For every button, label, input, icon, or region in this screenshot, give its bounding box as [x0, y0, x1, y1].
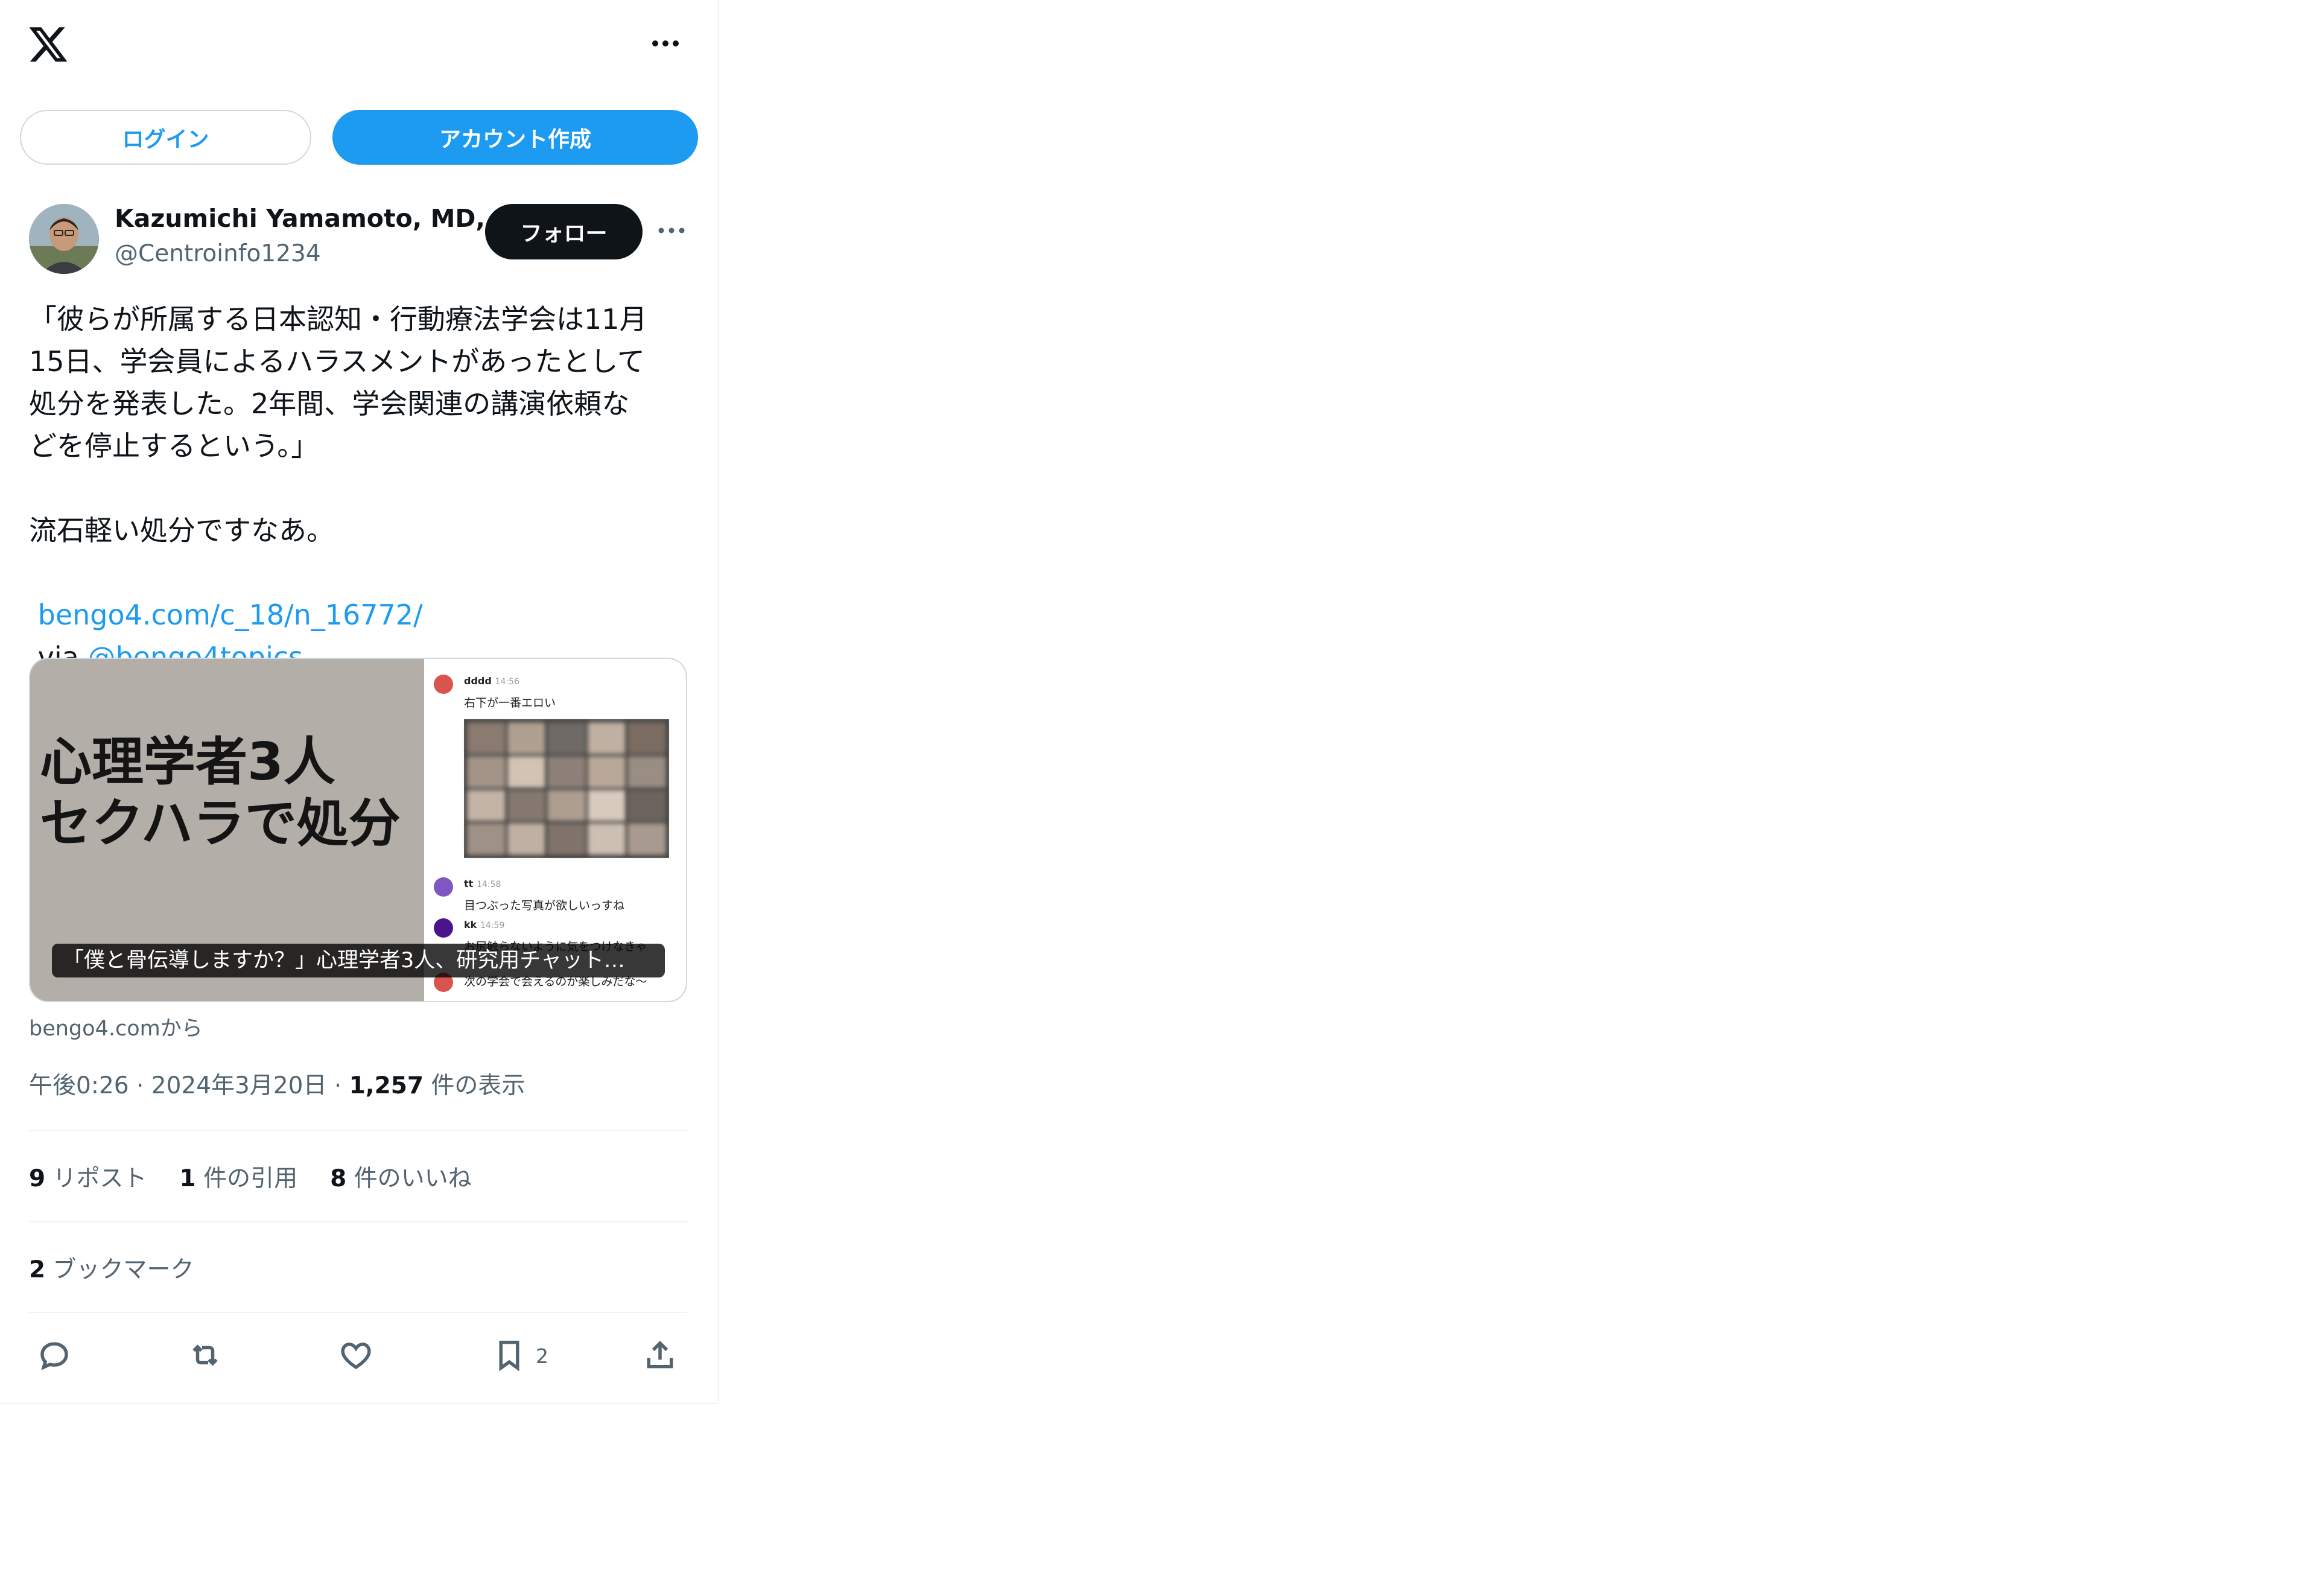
avatar[interactable]	[29, 204, 99, 274]
views-count: 1,257	[349, 1072, 424, 1099]
follow-button[interactable]: フォロー	[485, 204, 643, 259]
quotes-stat[interactable]: 1 件の引用	[180, 1165, 298, 1192]
divider	[29, 1312, 687, 1313]
author-name[interactable]: Kazumichi Yamamoto, MD, C	[115, 204, 512, 233]
more-horizontal-icon[interactable]	[650, 36, 681, 51]
chat-message: dddd 14:56 右下が一番エロい	[434, 675, 556, 710]
heart-icon[interactable]	[338, 1336, 376, 1374]
divider	[29, 1130, 687, 1131]
chat-message: tt 14:58 目つぶった写真が欲しいっすね	[434, 877, 624, 913]
article-link[interactable]: bengo4.com/c_18/n_16772/	[38, 599, 423, 631]
login-button[interactable]: ログイン	[20, 110, 311, 165]
engagement-stats: 9 リポスト 1 件の引用 8 件のいいね	[29, 1160, 504, 1193]
x-logo-icon[interactable]	[27, 23, 69, 65]
author-handle[interactable]: @Centroinfo1234	[115, 240, 321, 267]
tweet-text: 「彼らが所属する日本認知・行動療法学会は11月 15日、学会員によるハラスメント…	[29, 298, 693, 678]
blurred-video-grid	[464, 719, 669, 858]
card-headline-line: セクハラで処分	[40, 793, 401, 854]
card-source[interactable]: bengo4.comから	[29, 1011, 203, 1042]
link-card[interactable]: 心理学者3人 セクハラで処分 dddd 14:56 右下が一番エロい tt 14…	[29, 658, 687, 1002]
tweet-text-line: どを停止するという。」	[29, 430, 319, 462]
chat-avatar-icon	[434, 877, 453, 897]
bookmark-count: 2	[536, 1344, 548, 1368]
tweet-text-line: 15日、学会員によるハラスメントがあったとして	[29, 345, 645, 378]
card-headline-line: 心理学者3人	[40, 732, 335, 792]
card-headline: 心理学者3人 セクハラで処分	[40, 731, 401, 854]
tweet-text-line: 処分を発表した。2年間、学会関連の講演依頼な	[29, 387, 630, 420]
likes-stat[interactable]: 8 件のいいね	[330, 1165, 472, 1192]
views-label: 件の表示	[424, 1072, 525, 1099]
chat-avatar-icon	[434, 918, 453, 938]
tweet-page: ログイン アカウント作成 Kazumichi Yamamoto, MD, C @…	[0, 0, 719, 1404]
reposts-stat[interactable]: 9 リポスト	[29, 1165, 147, 1192]
tweet-text-line: 「彼らが所属する日本認知・行動療法学会は11月	[29, 303, 647, 335]
chat-avatar-icon	[434, 675, 453, 694]
bookmark-icon[interactable]	[491, 1336, 530, 1374]
tweet-meta: 午後0:26 · 2024年3月20日 · 1,257 件の表示	[29, 1067, 525, 1101]
reply-icon[interactable]	[36, 1336, 75, 1374]
divider	[29, 1221, 687, 1222]
bookmarks-stat: 2 ブックマーク	[29, 1256, 194, 1283]
tweet-timestamp[interactable]: 午後0:26 · 2024年3月20日 ·	[29, 1072, 349, 1099]
repost-icon[interactable]	[187, 1336, 226, 1374]
tweet-comment: 流石軽い処分ですなあ。	[29, 514, 334, 547]
create-account-button[interactable]: アカウント作成	[332, 110, 698, 165]
tweet-more-icon[interactable]	[656, 223, 687, 238]
card-caption: 「僕と骨伝導しますか？」心理学者3人、研究用チャット…	[52, 944, 665, 977]
share-icon[interactable]	[642, 1336, 681, 1374]
